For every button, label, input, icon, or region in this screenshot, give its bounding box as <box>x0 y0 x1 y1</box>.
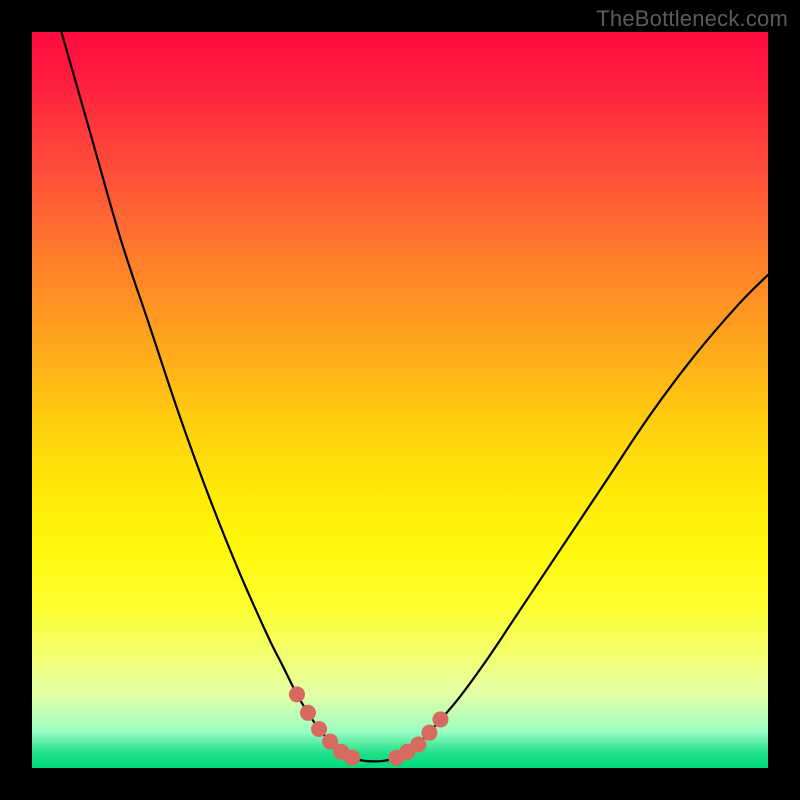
chart-frame: TheBottleneck.com <box>0 0 800 800</box>
bottleneck-curve <box>61 32 768 761</box>
plot-area <box>32 32 768 768</box>
marker-dot <box>432 711 448 727</box>
marker-dot <box>311 721 327 737</box>
marker-dot <box>410 736 426 752</box>
watermark-text: TheBottleneck.com <box>596 6 788 32</box>
marker-dot <box>421 725 437 741</box>
marker-dot <box>300 705 316 721</box>
marker-group <box>289 686 449 765</box>
marker-dot <box>344 750 360 766</box>
marker-dot <box>289 686 305 702</box>
curve-layer <box>32 32 768 768</box>
